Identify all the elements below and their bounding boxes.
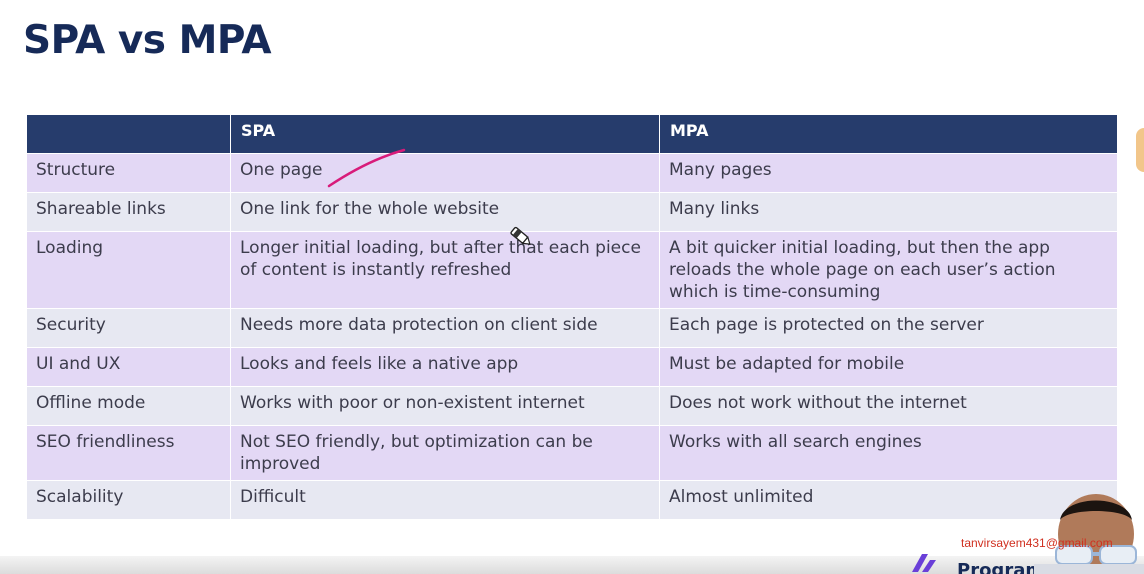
spa-cell: Looks and feels like a native app — [230, 347, 660, 387]
table-row: SEO friendliness Not SEO friendly, but o… — [26, 425, 1118, 481]
spa-cell: One page — [230, 153, 660, 193]
mpa-cell: Each page is protected on the server — [659, 308, 1118, 348]
table-row: Security Needs more data protection on c… — [26, 308, 1118, 348]
spa-cell: Works with poor or non-existent internet — [230, 386, 660, 426]
header-blank — [26, 114, 231, 154]
edge-decoration — [1136, 128, 1144, 172]
table-header-row: SPA MPA — [26, 114, 1118, 154]
email-watermark: tanvirsayem431@gmail.com — [961, 536, 1113, 550]
table-row: Shareable links One link for the whole w… — [26, 192, 1118, 232]
spa-cell: Not SEO friendly, but optimization can b… — [230, 425, 660, 481]
feature-cell: Shareable links — [26, 192, 231, 232]
presenter-webcam — [1034, 494, 1144, 574]
spa-cell: Difficult — [230, 480, 660, 520]
comparison-table: SPA MPA Structure One page Many pages Sh… — [26, 114, 1118, 520]
feature-cell: Security — [26, 308, 231, 348]
feature-cell: Offline mode — [26, 386, 231, 426]
mpa-cell: Works with all search engines — [659, 425, 1118, 481]
header-mpa: MPA — [659, 114, 1118, 154]
mpa-cell: Must be adapted for mobile — [659, 347, 1118, 387]
logo-mark-icon — [912, 554, 936, 572]
feature-cell: SEO friendliness — [26, 425, 231, 481]
feature-cell: UI and UX — [26, 347, 231, 387]
mpa-cell: Many links — [659, 192, 1118, 232]
table-row: UI and UX Looks and feels like a native … — [26, 347, 1118, 387]
table-row: Scalability Difficult Almost unlimited — [26, 480, 1118, 520]
feature-cell: Loading — [26, 231, 231, 309]
mpa-cell: Many pages — [659, 153, 1118, 193]
table-row: Structure One page Many pages — [26, 153, 1118, 193]
spa-cell: One link for the whole website — [230, 192, 660, 232]
table-row: Offline mode Works with poor or non-exis… — [26, 386, 1118, 426]
header-spa: SPA — [230, 114, 660, 154]
mpa-cell: A bit quicker initial loading, but then … — [659, 231, 1118, 309]
slide-title: SPA vs MPA — [23, 18, 272, 63]
spa-cell: Longer initial loading, but after that e… — [230, 231, 660, 309]
feature-cell: Scalability — [26, 480, 231, 520]
table-row: Loading Longer initial loading, but afte… — [26, 231, 1118, 309]
mpa-cell: Does not work without the internet — [659, 386, 1118, 426]
spa-cell: Needs more data protection on client sid… — [230, 308, 660, 348]
feature-cell: Structure — [26, 153, 231, 193]
